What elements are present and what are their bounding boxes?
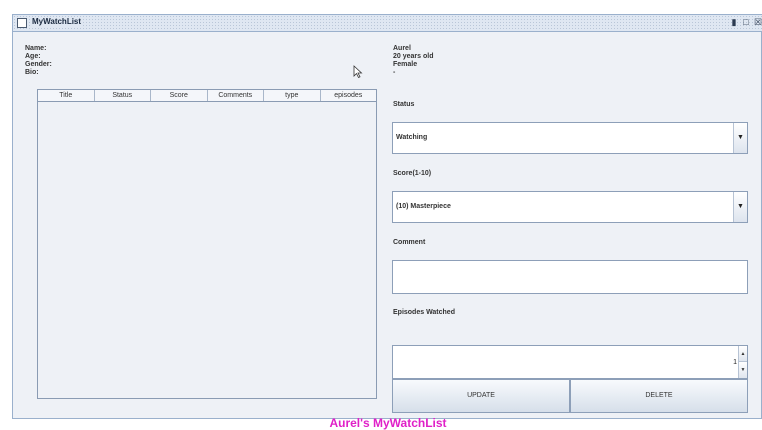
spinner-up-icon[interactable]: ▲ xyxy=(739,346,747,362)
column-header-comments[interactable]: Comments xyxy=(208,90,264,101)
table-header: Title Status Score Comments type episode… xyxy=(38,90,376,102)
gender-value: Female xyxy=(393,61,418,68)
column-header-type[interactable]: type xyxy=(264,90,321,101)
column-header-score[interactable]: Score xyxy=(151,90,208,101)
spinner-down-icon[interactable]: ▼ xyxy=(739,362,747,378)
title-bar[interactable]: MyWatchList ▮ □ ☒ xyxy=(13,15,762,32)
score-value: (10) Masterpiece xyxy=(396,203,451,210)
episodes-spinner[interactable]: 1 ▲ ▼ xyxy=(392,345,748,379)
comment-field[interactable] xyxy=(392,260,748,294)
top-strip xyxy=(0,0,762,14)
status-dropdown[interactable]: Watching ▼ xyxy=(392,122,748,154)
spinner-buttons: ▲ ▼ xyxy=(738,346,747,378)
chevron-down-icon[interactable]: ▼ xyxy=(733,192,747,222)
age-label: Age: xyxy=(25,53,41,60)
chevron-down-icon[interactable]: ▼ xyxy=(733,123,747,153)
window-title: MyWatchList xyxy=(30,17,84,26)
episodes-label: Episodes Watched xyxy=(393,309,455,316)
age-value: 20 years old xyxy=(393,53,434,60)
update-button[interactable]: UPDATE xyxy=(392,379,570,413)
name-label: Name: xyxy=(25,45,47,52)
name-value: Aurel xyxy=(393,45,411,52)
column-header-episodes[interactable]: episodes xyxy=(321,90,377,101)
episodes-value: 1 xyxy=(733,359,737,366)
profile-labels: Name: Age: Gender: Bio: xyxy=(25,45,52,77)
mouse-cursor-icon xyxy=(353,65,363,79)
minimize-icon[interactable]: ▮ xyxy=(729,17,739,27)
footer-title: Aurel's MyWatchList xyxy=(329,416,447,430)
maximize-icon[interactable]: □ xyxy=(741,17,751,27)
column-header-status[interactable]: Status xyxy=(95,90,151,101)
bio-value: - xyxy=(393,69,396,76)
score-label: Score(1-10) xyxy=(393,170,432,177)
status-label: Status xyxy=(393,101,415,108)
window-icon xyxy=(17,18,27,28)
watchlist-table[interactable]: Title Status Score Comments type episode… xyxy=(37,89,377,399)
close-icon[interactable]: ☒ xyxy=(753,17,762,27)
status-value: Watching xyxy=(396,134,428,141)
gender-label: Gender: xyxy=(25,61,52,68)
comment-label: Comment xyxy=(393,239,426,246)
internal-frame: MyWatchList ▮ □ ☒ Name: Age: Gender: Bio… xyxy=(12,14,762,430)
score-dropdown[interactable]: (10) Masterpiece ▼ xyxy=(392,191,748,223)
delete-button[interactable]: DELETE xyxy=(570,379,748,413)
bio-label: Bio: xyxy=(25,69,39,76)
profile-values: Aurel 20 years old Female - xyxy=(393,45,433,77)
column-header-title[interactable]: Title xyxy=(38,90,95,101)
